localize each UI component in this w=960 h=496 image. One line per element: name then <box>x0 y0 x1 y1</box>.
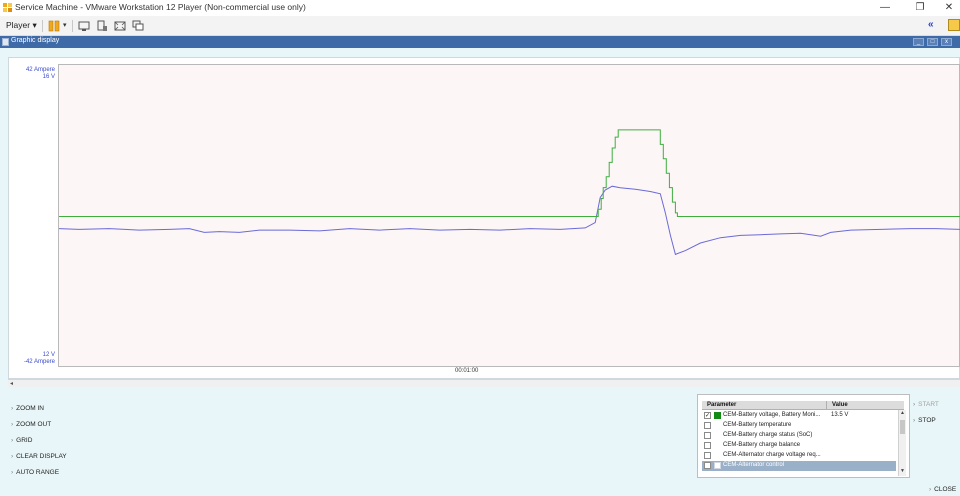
parameter-checkbox[interactable] <box>704 452 711 459</box>
removable-devices-icon[interactable] <box>95 19 109 33</box>
chevron-right-icon: › <box>913 417 916 424</box>
parameter-name: CEM-Alternator charge voltage req... <box>723 452 821 458</box>
value-column-header[interactable]: Value <box>832 402 848 408</box>
send-ctrl-alt-del-icon[interactable] <box>77 19 91 33</box>
minimize-button[interactable]: — <box>870 1 900 15</box>
zoom-in-button[interactable]: › ZOOM IN <box>11 405 44 412</box>
auto-range-button[interactable]: › AUTO RANGE <box>11 469 59 476</box>
library-icon[interactable] <box>948 19 960 31</box>
scroll-down-icon[interactable]: ▼ <box>899 468 906 475</box>
parameter-checkbox[interactable]: ✓ <box>704 412 711 419</box>
scroll-up-icon[interactable]: ▲ <box>899 410 906 417</box>
toolbar-separator <box>72 20 73 32</box>
clear-display-button[interactable]: › CLEAR DISPLAY <box>11 453 67 460</box>
series-line-alternator-control <box>59 129 960 217</box>
graphic-display-chart <box>58 129 960 256</box>
grid-button[interactable]: › GRID <box>11 437 32 444</box>
parameter-name: CEM-Battery charge status (SoC) <box>723 432 813 438</box>
parameter-name: CEM-Battery voltage, Battery Moni... <box>723 412 821 418</box>
full-screen-icon[interactable] <box>113 19 127 33</box>
toolbar-separator <box>42 20 43 32</box>
series-line-battery-voltage <box>58 185 960 256</box>
inner-close-button[interactable]: x <box>941 38 952 46</box>
y-axis-bottom-volt-label: 12 V <box>42 352 55 358</box>
zoom-out-button[interactable]: › ZOOM OUT <box>11 421 51 428</box>
parameter-column-header[interactable]: Parameter <box>707 402 736 408</box>
parameter-row-selected[interactable]: CEM-Alternator control <box>702 461 896 471</box>
pause-dropdown-chevron-icon[interactable]: ▾ <box>63 21 67 29</box>
chevron-right-icon: › <box>11 405 14 412</box>
plot-area[interactable] <box>58 64 960 367</box>
y-axis-top-ampere-label: 42 Ampere <box>25 67 55 73</box>
parameter-checkbox[interactable] <box>704 442 711 449</box>
scrollbar-thumb[interactable] <box>900 420 905 434</box>
parameter-name: CEM-Battery temperature <box>723 422 792 428</box>
horizontal-scrollbar[interactable]: ◂ <box>8 379 960 387</box>
chevron-right-icon: › <box>11 421 14 428</box>
chevron-right-icon: › <box>913 401 916 408</box>
vmware-app-icon <box>3 3 12 12</box>
parameter-row[interactable]: CEM-Alternator charge voltage req... <box>702 451 896 461</box>
y-axis-bottom-ampere-label: -42 Ampere <box>23 359 55 365</box>
player-toolbar: Player ▾ ▾ « <box>0 16 960 36</box>
parameter-table-header: Parameter Value <box>702 401 904 410</box>
y-axis-top-volt-label: 16 V <box>42 74 55 80</box>
close-window-button[interactable]: ✕ <box>934 1 960 15</box>
series-color-swatch <box>714 462 721 469</box>
parameter-row[interactable]: CEM-Battery charge status (SoC) <box>702 431 896 441</box>
restore-button[interactable]: ❐ <box>905 1 935 15</box>
graphic-display-title: Graphic display <box>11 37 60 44</box>
chevron-right-icon: › <box>11 453 14 460</box>
parameter-row[interactable]: CEM-Battery charge balance <box>702 441 896 451</box>
pause-icon[interactable] <box>47 19 61 33</box>
title-bar: Service Machine - VMware Workstation 12 … <box>0 0 960 16</box>
scroll-left-icon[interactable]: ◂ <box>10 380 13 388</box>
parameter-checkbox[interactable] <box>704 462 711 469</box>
window-title: Service Machine - VMware Workstation 12 … <box>15 2 306 12</box>
stop-button[interactable]: › STOP <box>913 417 936 424</box>
collapse-toolbar-icon[interactable]: « <box>928 19 934 30</box>
graphic-display-titlebar: Graphic display _ □ x <box>0 36 960 48</box>
parameter-checkbox[interactable] <box>704 432 711 439</box>
vmware-window: Service Machine - VMware Workstation 12 … <box>0 0 960 496</box>
parameter-panel: Parameter Value ✓ CEM-Battery voltage, B… <box>697 394 910 478</box>
chevron-right-icon: › <box>11 437 14 444</box>
parameter-row[interactable]: ✓ CEM-Battery voltage, Battery Moni... 1… <box>702 411 896 421</box>
document-icon <box>2 38 9 46</box>
inner-minimize-button[interactable]: _ <box>913 38 924 46</box>
time-axis-label: 00:01:00 <box>455 368 479 374</box>
unity-mode-icon[interactable] <box>131 19 145 33</box>
column-divider <box>826 401 827 410</box>
inner-maximize-button[interactable]: □ <box>927 38 938 46</box>
player-menu-button[interactable]: Player ▾ <box>6 20 37 31</box>
parameter-row[interactable]: CEM-Battery temperature <box>702 421 896 431</box>
chevron-right-icon: › <box>929 486 932 493</box>
close-button[interactable]: › CLOSE <box>929 486 956 493</box>
parameter-name: CEM-Alternator control <box>723 462 785 468</box>
start-button[interactable]: › START <box>913 401 939 408</box>
parameter-name: CEM-Battery charge balance <box>723 442 801 448</box>
parameter-value: 13.5 V <box>831 412 849 418</box>
parameter-checkbox[interactable] <box>704 422 711 429</box>
series-color-swatch <box>714 412 721 419</box>
chevron-right-icon: › <box>11 469 14 476</box>
parameter-list-scrollbar[interactable]: ▲ ▼ <box>898 410 906 476</box>
